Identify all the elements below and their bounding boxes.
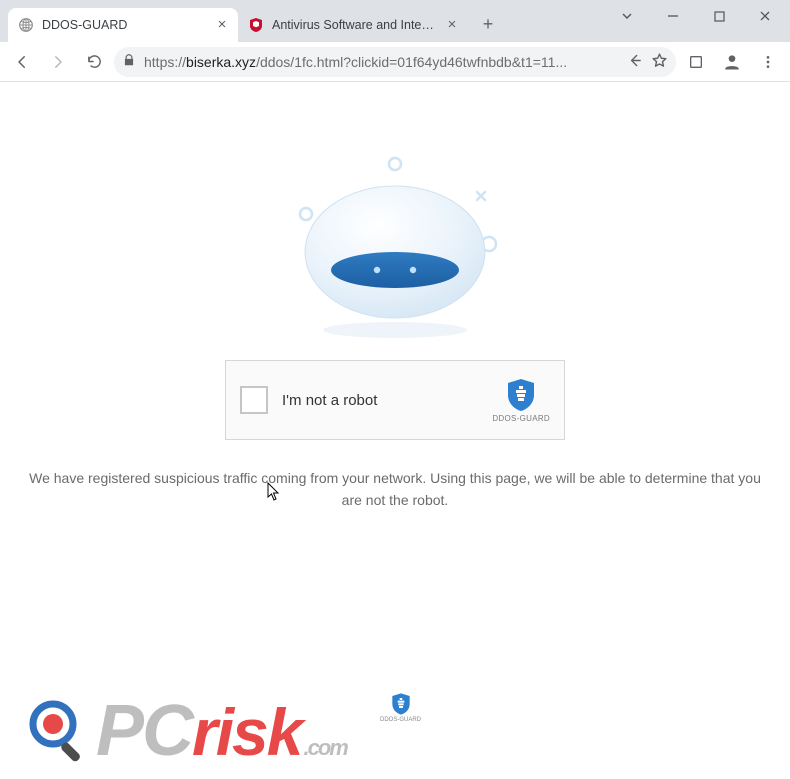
bookmark-icon[interactable]: [651, 52, 668, 72]
shield-icon: [506, 378, 536, 412]
maximize-button[interactable]: [696, 0, 742, 32]
watermark-text: PCrisk.com: [96, 695, 347, 767]
cursor-icon: [267, 482, 281, 502]
captcha-label: I'm not a robot: [282, 392, 478, 409]
tab-title: Antivirus Software and Internet S: [272, 18, 436, 32]
shield-icon: [391, 692, 411, 716]
browser-titlebar: DDOS-GUARD × Antivirus Software and Inte…: [0, 0, 790, 42]
reload-button[interactable]: [78, 46, 110, 78]
menu-button[interactable]: [752, 46, 784, 78]
lock-icon: [122, 53, 136, 70]
profile-button[interactable]: [716, 46, 748, 78]
close-window-button[interactable]: [742, 0, 788, 32]
robot-illustration: [0, 152, 790, 342]
close-icon[interactable]: ×: [214, 17, 230, 33]
globe-icon: [18, 17, 34, 33]
extensions-button[interactable]: [680, 46, 712, 78]
forward-button[interactable]: [42, 46, 74, 78]
omnibox-actions: [626, 52, 668, 72]
address-bar[interactable]: https://biserka.xyz/ddos/1fc.html?clicki…: [114, 47, 676, 77]
captcha-brand: DDOS-GUARD: [492, 378, 550, 423]
share-icon[interactable]: [626, 52, 643, 72]
chevron-down-icon[interactable]: [604, 0, 650, 32]
tab-ddos-guard[interactable]: DDOS-GUARD ×: [8, 8, 238, 42]
mini-shield-badge: DDOS-GUARD: [380, 692, 421, 723]
window-controls: [604, 0, 788, 42]
url-text: https://biserka.xyz/ddos/1fc.html?clicki…: [144, 54, 618, 70]
pcrisk-watermark: PCrisk.com: [28, 695, 347, 767]
back-button[interactable]: [6, 46, 38, 78]
captcha-brand-text: DDOS-GUARD: [492, 414, 550, 423]
newtab-button[interactable]: +: [474, 10, 502, 38]
tab-antivirus[interactable]: Antivirus Software and Internet S ×: [238, 8, 468, 42]
tab-title: DDOS-GUARD: [42, 18, 206, 32]
toolbar: https://biserka.xyz/ddos/1fc.html?clicki…: [0, 42, 790, 82]
page-content: I'm not a robot DDOS-GUARD We have regis…: [0, 82, 790, 779]
captcha-checkbox[interactable]: [240, 386, 268, 414]
info-text: We have registered suspicious traffic co…: [18, 468, 772, 511]
close-icon[interactable]: ×: [444, 17, 460, 33]
tabstrip: DDOS-GUARD × Antivirus Software and Inte…: [0, 6, 604, 42]
minimize-button[interactable]: [650, 0, 696, 32]
magnifier-icon: [28, 699, 92, 763]
captcha-widget: I'm not a robot DDOS-GUARD: [225, 360, 565, 440]
mini-shield-text: DDOS-GUARD: [380, 717, 421, 723]
mcafee-icon: [248, 17, 264, 33]
